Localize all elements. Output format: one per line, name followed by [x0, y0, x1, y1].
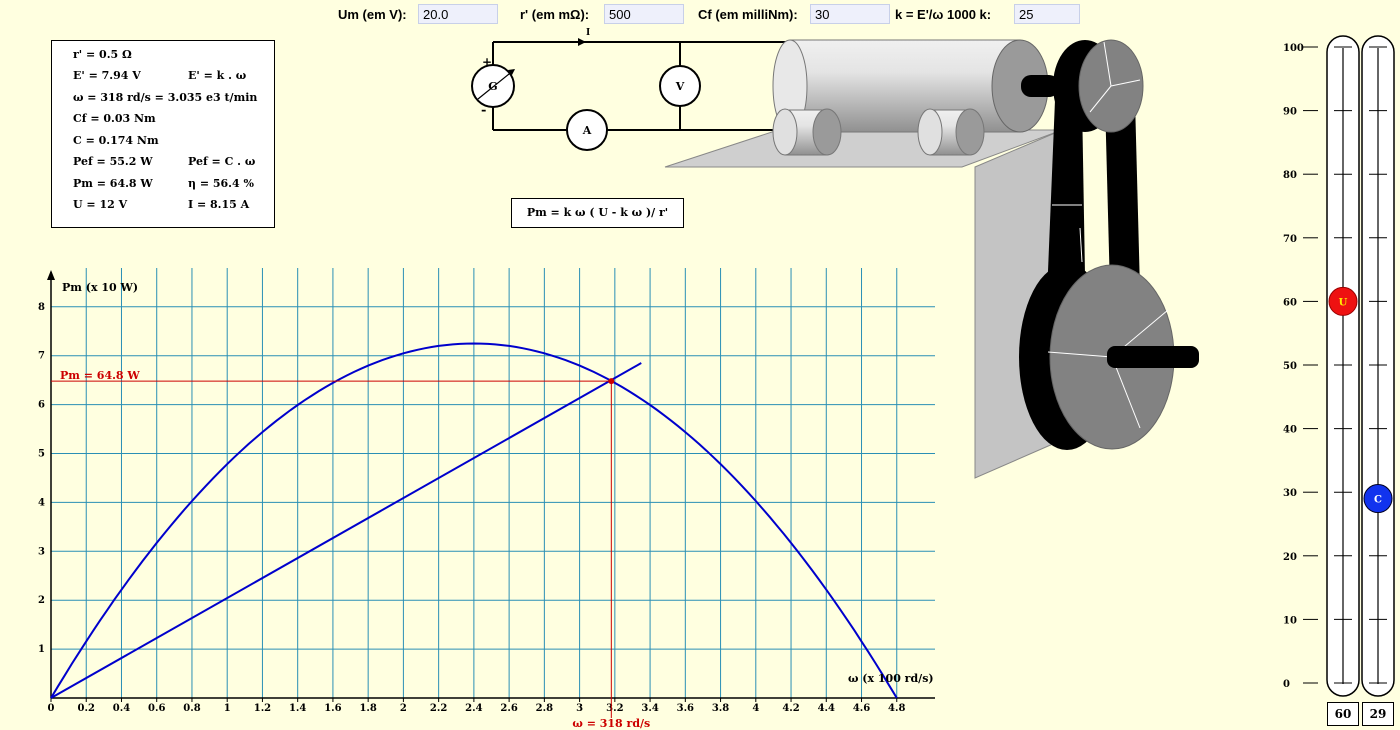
gauge-tick-label: 90: [1283, 107, 1297, 118]
gauge-tick-label: 60: [1283, 297, 1297, 308]
c-slider[interactable]: C: [1363, 484, 1393, 514]
gauge-tick-label: 20: [1283, 552, 1297, 563]
c-gauge-value: 29: [1362, 702, 1394, 726]
u-slider-badge: U: [1339, 297, 1348, 308]
gauge-tick-label: 0: [1283, 679, 1290, 690]
gauge-tick-label: 70: [1283, 234, 1297, 245]
gauge-tick-label: 40: [1283, 425, 1297, 436]
u-gauge-tube: [1326, 35, 1360, 697]
c-gauge-tube: [1361, 35, 1395, 697]
c-slider-badge: C: [1374, 495, 1382, 506]
gauges-panel: 1009080706050403020100 U C: [1283, 35, 1395, 697]
gauge-tick-label: 10: [1283, 615, 1297, 626]
gauge-tick-label: 50: [1283, 361, 1297, 372]
gauge-tick-label: 100: [1283, 43, 1304, 54]
u-gauge-value: 60: [1327, 702, 1359, 726]
u-slider[interactable]: U: [1328, 286, 1358, 316]
gauge-tick-label: 30: [1283, 488, 1297, 499]
gauge-tick-label: 80: [1283, 170, 1297, 181]
